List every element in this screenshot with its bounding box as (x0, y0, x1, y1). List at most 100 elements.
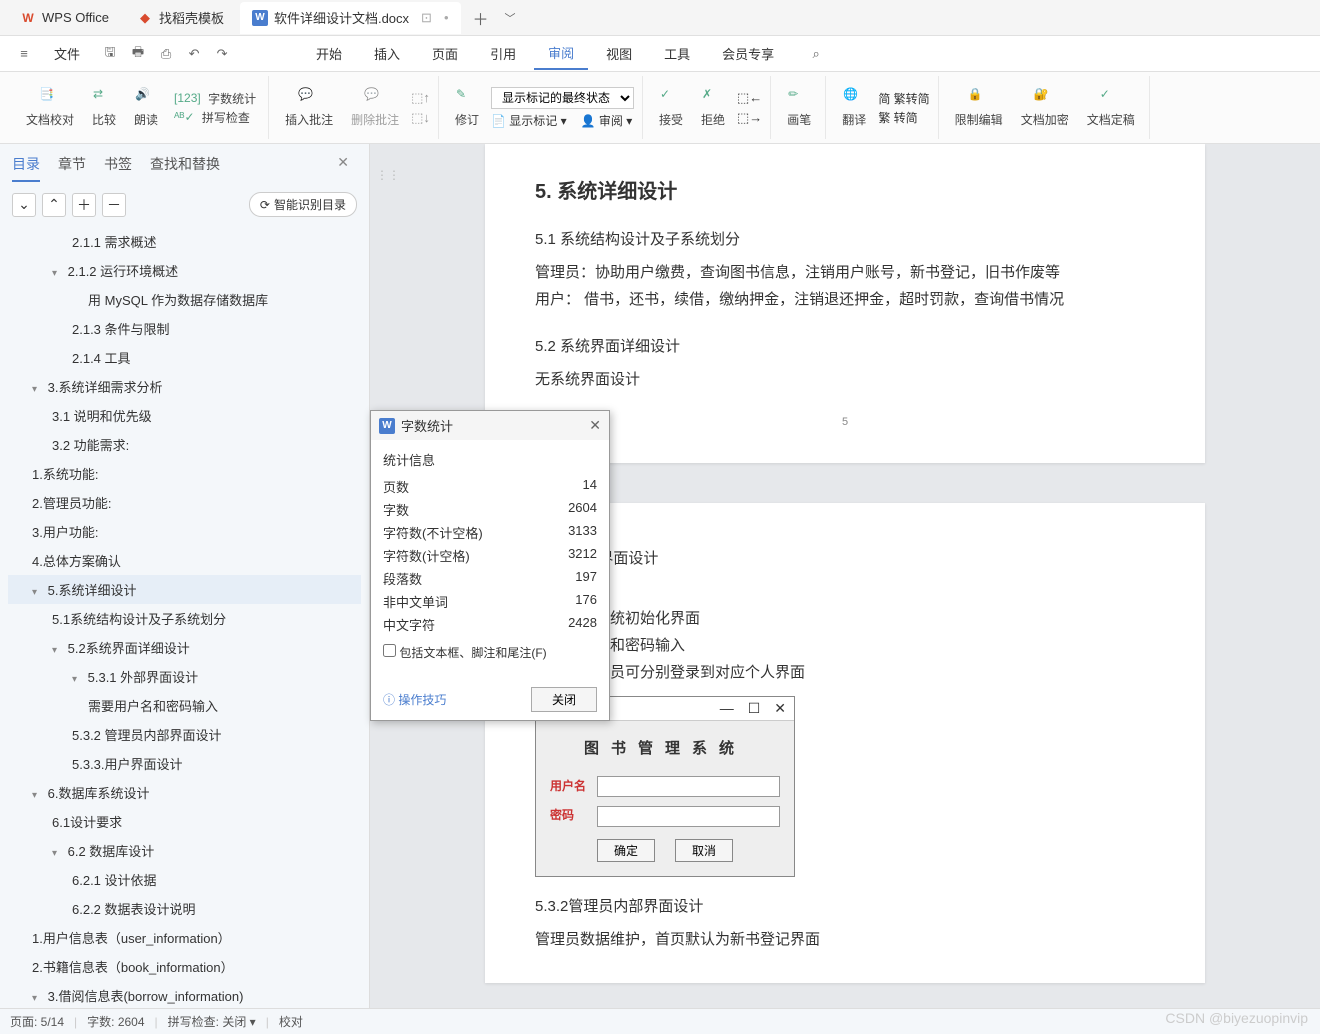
toc-item[interactable]: 6.1设计要求 (8, 807, 361, 836)
compare-button[interactable]: ⇄比较 (86, 83, 122, 132)
revision-button[interactable]: ✎修订 (449, 83, 485, 132)
close-icon[interactable]: ✕ (329, 154, 357, 182)
pen-icon: ✏ (788, 87, 810, 109)
toc-item[interactable]: 2.1.3 条件与限制 (8, 314, 361, 343)
toc-item[interactable]: 3.1 说明和优先级 (8, 401, 361, 430)
toc-item[interactable]: ▾ 5.2系统界面详细设计 (8, 633, 361, 662)
word-count-button[interactable]: [123] 字数统计 (170, 90, 260, 107)
side-tab-chapters[interactable]: 章节 (58, 154, 86, 182)
diff-icon: ⇄ (93, 87, 115, 109)
toc-item[interactable]: ▾ 3.借阅信息表(borrow_information) (8, 981, 361, 1008)
toc-item[interactable]: 5.1系统结构设计及子系统划分 (8, 604, 361, 633)
word-doc-icon: W (379, 418, 395, 434)
toc-item[interactable]: 1.用户信息表（user_information） (8, 923, 361, 952)
toc-item[interactable]: 4.总体方案确认 (8, 546, 361, 575)
hamburger-icon[interactable]: ≡ (12, 42, 36, 66)
menu-start[interactable]: 开始 (302, 38, 356, 69)
new-tab-button[interactable]: ＋ (465, 6, 497, 30)
toc-item[interactable]: 用 MySQL 作为数据存储数据库 (8, 285, 361, 314)
next-change-icon[interactable]: ⬚→ (737, 110, 762, 126)
toc-item[interactable]: ▾ 6.数据库系统设计 (8, 778, 361, 807)
navigation-pane: 目录 章节 书签 查找和替换 ✕ ⌄ ⌃ ＋ － ⟳智能识别目录 2.1.1 需… (0, 144, 370, 1008)
drag-handle-icon[interactable]: ⋮⋮ (376, 168, 400, 182)
toc-item[interactable]: 5.3.3.用户界面设计 (8, 749, 361, 778)
status-proof[interactable]: 校对 (279, 1013, 303, 1030)
remove-heading-button[interactable]: － (102, 193, 126, 217)
toc-item[interactable]: 6.2.2 数据表设计说明 (8, 894, 361, 923)
menu-insert[interactable]: 插入 (360, 38, 414, 69)
tab-sync-icon[interactable]: ⊡ (421, 10, 432, 26)
trad-simp-button[interactable]: 简 繁转简 (878, 90, 929, 107)
print-icon[interactable]: 🖶 (126, 42, 150, 66)
toc-item[interactable]: 3.用户功能: (8, 517, 361, 546)
redo-icon[interactable]: ↷ (210, 42, 234, 66)
toc-item[interactable]: 2.1.4 工具 (8, 343, 361, 372)
toc-item[interactable]: ▾ 6.2 数据库设计 (8, 836, 361, 865)
toc-item[interactable]: 2.1.1 需求概述 (8, 227, 361, 256)
toc-item[interactable]: ▾ 3.系统详细需求分析 (8, 372, 361, 401)
finalize-button[interactable]: ✓文档定稿 (1081, 83, 1141, 132)
toc-item[interactable]: 3.2 功能需求: (8, 430, 361, 459)
restrict-edit-button[interactable]: 🔒限制编辑 (949, 83, 1009, 132)
tab-document[interactable]: W 软件详细设计文档.docx ⊡ • (240, 2, 461, 34)
undo-icon[interactable]: ↶ (182, 42, 206, 66)
close-button[interactable]: 关闭 (531, 687, 597, 712)
menu-vip[interactable]: 会员专享 (708, 38, 788, 69)
search-icon[interactable]: ⌕ (804, 42, 828, 66)
reject-button[interactable]: ✗拒绝 (695, 83, 731, 132)
expand-all-button[interactable]: ⌃ (42, 193, 66, 217)
chevron-down-icon: ▾ (32, 790, 44, 801)
side-tab-bookmarks[interactable]: 书签 (104, 154, 132, 182)
close-icon[interactable]: ✕ (589, 417, 601, 434)
print-preview-icon[interactable]: ⎙ (154, 42, 178, 66)
status-words[interactable]: 字数: 2604 (87, 1013, 144, 1030)
prev-change-icon[interactable]: ⬚← (737, 90, 762, 106)
collapse-all-button[interactable]: ⌄ (12, 193, 36, 217)
toc-item[interactable]: 1.系统功能: (8, 459, 361, 488)
stamp-icon: ✓ (1100, 87, 1122, 109)
pen-button[interactable]: ✏画笔 (781, 83, 817, 132)
toc-item[interactable]: 2.书籍信息表（book_information） (8, 952, 361, 981)
menu-review[interactable]: 审阅 (534, 37, 588, 70)
insert-comment-button[interactable]: 💬插入批注 (279, 83, 339, 132)
toc-item[interactable]: ▾ 5.3.1 外部界面设计 (8, 662, 361, 691)
tips-link[interactable]: ⓘ 操作技巧 (383, 691, 446, 708)
toc-item[interactable]: ▾ 2.1.2 运行环境概述 (8, 256, 361, 285)
encrypt-button[interactable]: 🔐文档加密 (1015, 83, 1075, 132)
toc-item[interactable]: 2.管理员功能: (8, 488, 361, 517)
next-comment-icon[interactable]: ⬚↓ (411, 110, 430, 126)
side-tab-find[interactable]: 查找和替换 (150, 154, 220, 182)
translate-button[interactable]: 🌐翻译 (836, 83, 872, 132)
menu-page[interactable]: 页面 (418, 38, 472, 69)
side-tab-toc[interactable]: 目录 (12, 154, 40, 182)
toc-item[interactable]: 需要用户名和密码输入 (8, 691, 361, 720)
delete-comment-button[interactable]: 💬删除批注 (345, 83, 405, 132)
tab-docer[interactable]: ◆ 找稻壳模板 (125, 2, 236, 34)
include-textbox-checkbox[interactable]: 包括文本框、脚注和尾注(F) (383, 646, 547, 660)
show-markup-button[interactable]: 📄 显示标记 ▾ (491, 112, 567, 129)
save-icon[interactable]: 🖫 (98, 42, 122, 66)
menu-tools[interactable]: 工具 (650, 38, 704, 69)
spell-check-button[interactable]: ᴬᴮ✓ 拼写检查 (170, 109, 260, 126)
reviewers-button[interactable]: 👤 审阅 ▾ (581, 112, 633, 129)
read-button[interactable]: 🔊朗读 (128, 83, 164, 132)
status-page[interactable]: 页面: 5/14 (10, 1013, 64, 1030)
tab-wps-home[interactable]: W WPS Office (8, 2, 121, 34)
status-spell[interactable]: 拼写检查: 关闭 ▾ (168, 1013, 256, 1030)
accept-button[interactable]: ✓接受 (653, 83, 689, 132)
menu-reference[interactable]: 引用 (476, 38, 530, 69)
smart-toc-button[interactable]: ⟳智能识别目录 (249, 192, 357, 217)
tab-dropdown-icon[interactable]: ﹀ (497, 10, 524, 26)
add-heading-button[interactable]: ＋ (72, 193, 96, 217)
simp-trad-button[interactable]: 繁 转简 (878, 109, 929, 126)
toc-item[interactable]: 6.2.1 设计依据 (8, 865, 361, 894)
file-menu[interactable]: 文件 (40, 38, 94, 69)
track-display-select[interactable]: 显示标记的最终状态 (491, 87, 634, 109)
toc-item[interactable]: ▾ 5.系统详细设计 (8, 575, 361, 604)
prev-comment-icon[interactable]: ⬚↑ (411, 90, 430, 106)
heading-532: 5.3.2管理员内部界面设计 (535, 893, 1155, 920)
doc-compare-button[interactable]: 📑文档校对 (20, 83, 80, 132)
menu-view[interactable]: 视图 (592, 38, 646, 69)
tab-menu-icon[interactable]: • (444, 10, 449, 25)
toc-item[interactable]: 5.3.2 管理员内部界面设计 (8, 720, 361, 749)
